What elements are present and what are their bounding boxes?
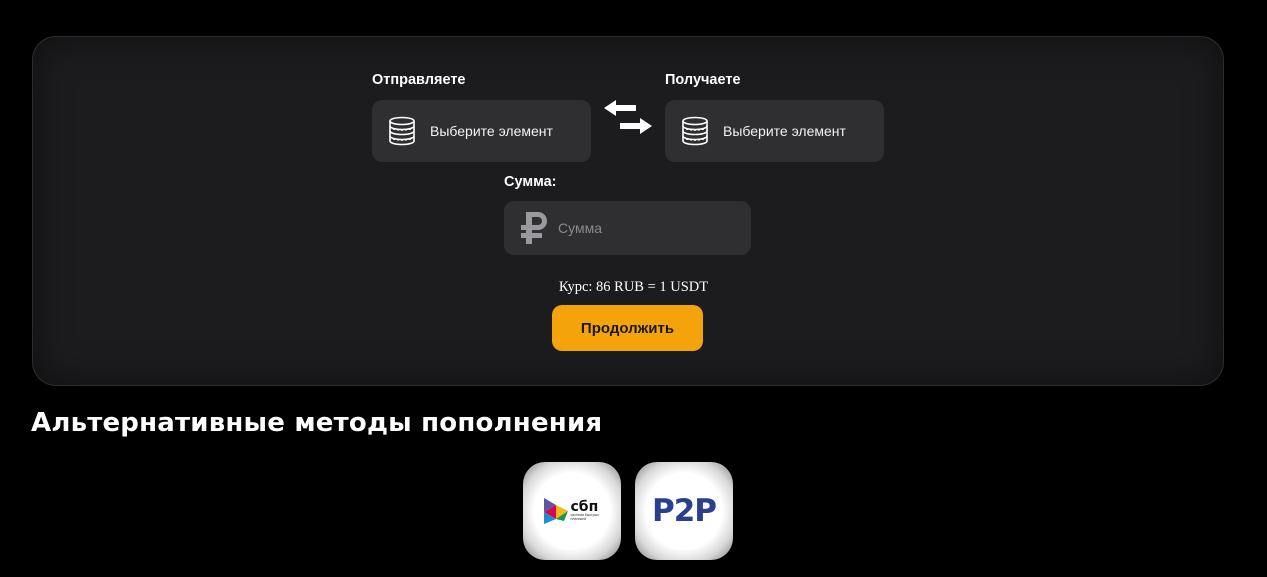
receive-select-text: Выберите элемент [723, 123, 846, 139]
amount-label: Сумма: [504, 174, 557, 190]
p2p-logo-icon: P2P [651, 493, 717, 529]
continue-button[interactable]: Продолжить [552, 305, 703, 351]
send-select-text: Выберите элемент [430, 123, 553, 139]
sbp-subtitle: система быстрых платежей [570, 513, 599, 521]
send-currency-select[interactable]: Выберите элемент [372, 100, 591, 162]
amount-field[interactable] [504, 201, 751, 255]
swap-arrows-icon[interactable] [602, 98, 654, 136]
alternative-methods-title: Альтернативные методы пополнения [31, 408, 603, 438]
sbp-logo-icon: сбп система быстрых платежей [542, 496, 603, 526]
sbp-method-button[interactable]: сбп система быстрых платежей [523, 462, 621, 560]
sbp-triangle-icon [543, 498, 568, 524]
amount-input[interactable] [556, 219, 740, 237]
coins-icon [682, 116, 708, 146]
receive-label: Получаете [665, 72, 741, 88]
receive-currency-select[interactable]: Выберите элемент [665, 100, 884, 162]
exchange-rate-text: Курс: 86 RUB = 1 USDT [558, 279, 709, 295]
send-label: Отправляете [372, 72, 466, 88]
sbp-title: сбп [570, 499, 599, 516]
ruble-icon [521, 212, 547, 244]
p2p-method-button[interactable]: P2P [635, 462, 733, 560]
coins-icon [389, 116, 415, 146]
